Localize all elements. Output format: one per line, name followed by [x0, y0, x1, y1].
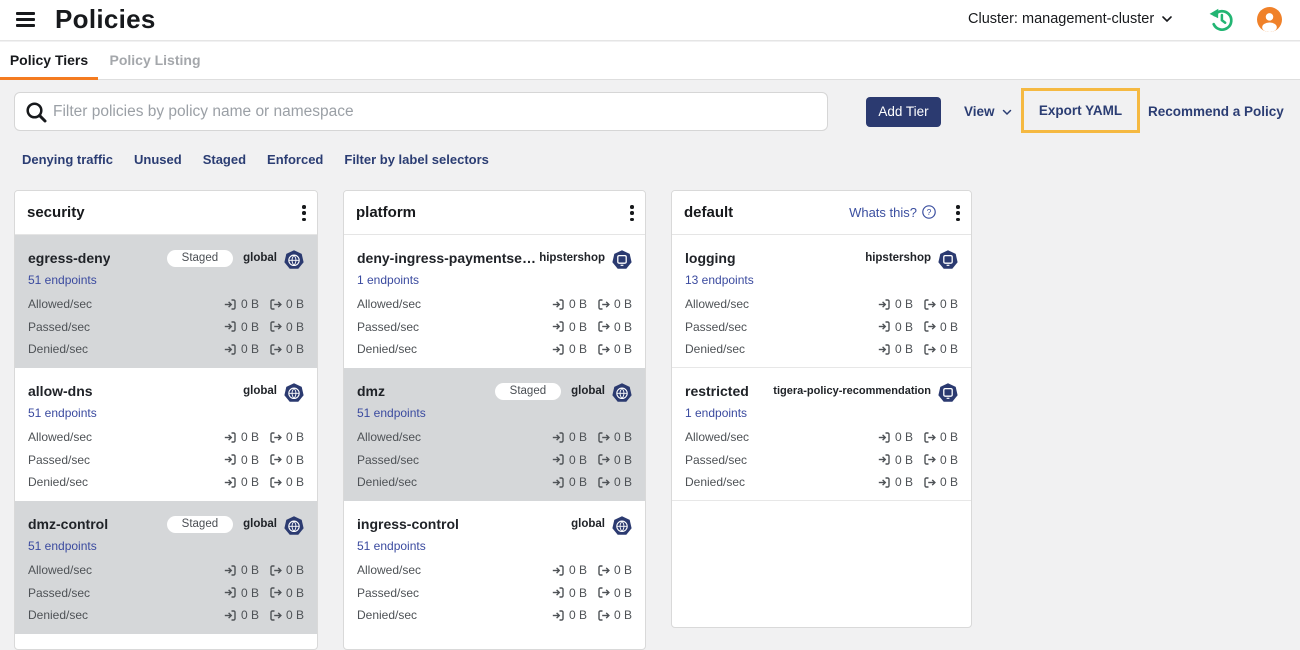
svg-text:?: ? — [927, 207, 932, 217]
